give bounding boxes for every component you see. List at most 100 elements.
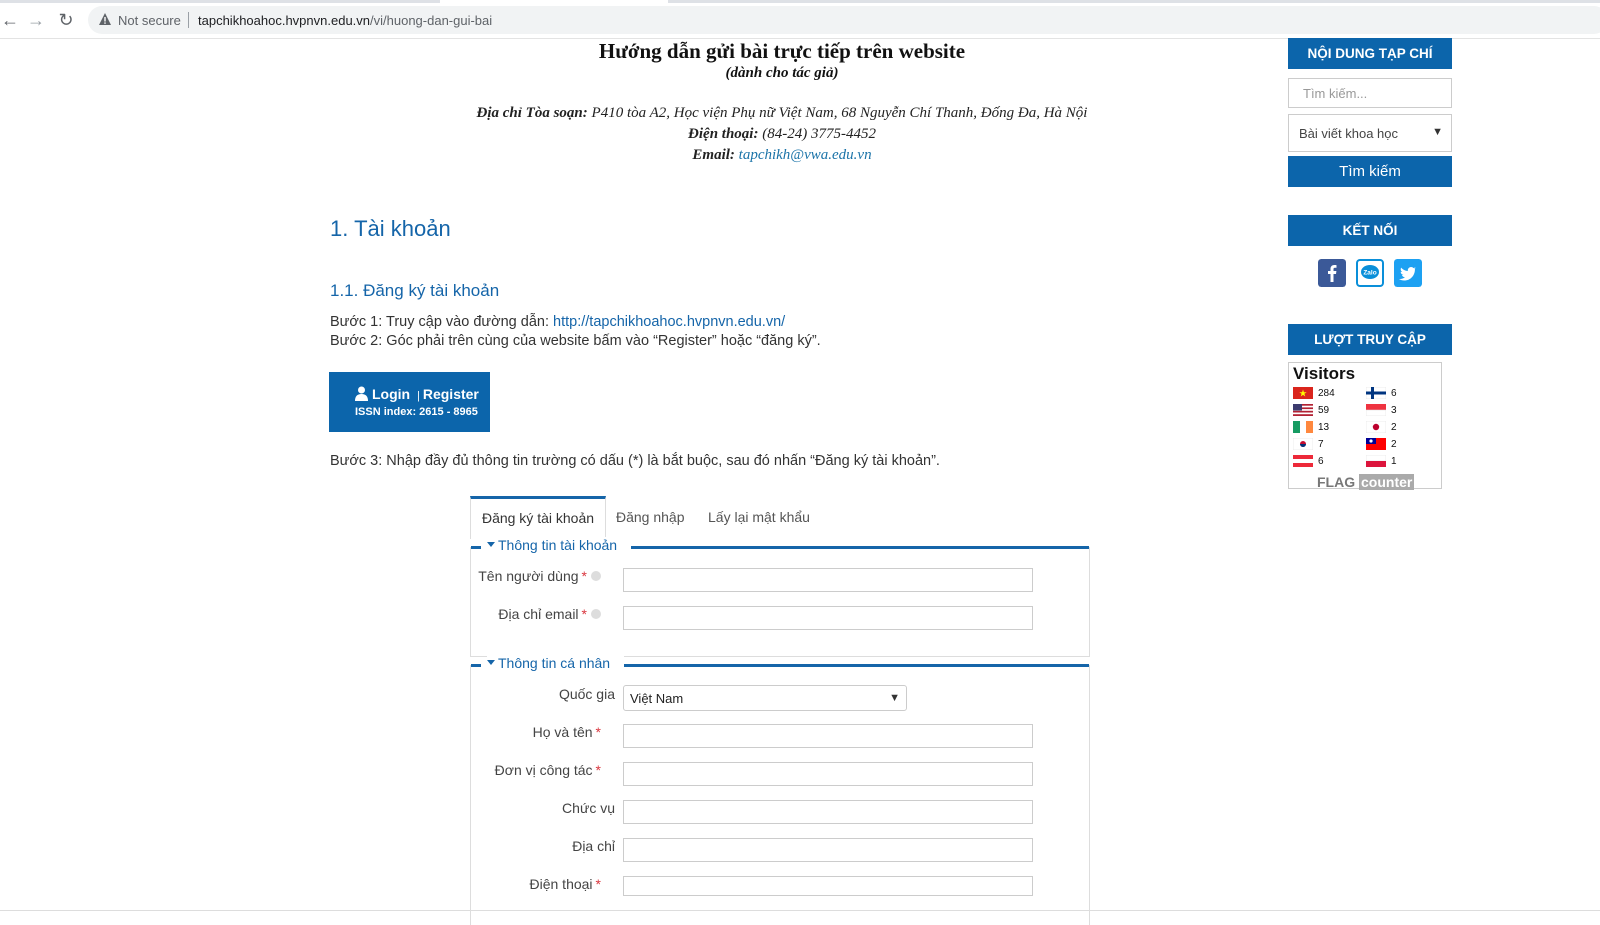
fullname-input[interactable]: [623, 724, 1033, 748]
email-label: Địa chỉ email *: [471, 606, 601, 622]
visits-heading: LƯỢT TRUY CẬP: [1288, 324, 1452, 355]
visitor-count: 7: [1318, 439, 1324, 450]
forward-icon[interactable]: →: [26, 10, 46, 30]
search-input[interactable]: Tìm kiếm...: [1288, 78, 1452, 108]
ireland-flag-icon: [1293, 421, 1313, 433]
visitor-count: 6: [1318, 456, 1324, 467]
url-separator: [188, 12, 189, 28]
legend-account-info[interactable]: Thông tin tài khoản: [487, 537, 632, 553]
step-1-text: Bước 1: Truy cập vào đường dẫn:: [330, 314, 554, 330]
login-register-row: Login | Register: [355, 386, 479, 402]
visitors-title: Visitors: [1293, 364, 1356, 383]
register-label: Register: [422, 386, 479, 402]
login-label: Login: [372, 386, 411, 402]
chevron-down-icon: ▼: [1432, 126, 1443, 138]
tab-register[interactable]: Đăng ký tài khoản: [470, 496, 606, 539]
legend-rule: [617, 664, 1089, 667]
flagcounter-counter-text: counter: [1359, 474, 1415, 490]
login-register-banner: Login | Register ISSN index: 2615 - 8965: [329, 372, 490, 432]
legend-dash: [471, 546, 481, 549]
address-label: Địa chỉ Tòa soạn:: [476, 105, 588, 121]
issn-label: ISSN index: 2615 - 8965: [355, 406, 478, 418]
email-input[interactable]: [623, 606, 1033, 630]
austria-flag-icon: [1293, 455, 1313, 467]
tab-forgot-password[interactable]: Lấy lại mật khẩu: [708, 496, 810, 536]
phone-label: Điện thoại:: [688, 126, 759, 142]
phone-field-label: Điện thoại *: [471, 876, 602, 892]
flag-counter-widget[interactable]: Visitors 284 59 13 7 6 6 3 2 2 1 FLAG co…: [1288, 362, 1442, 490]
phone-label-text: Điện thoại: [529, 876, 593, 892]
user-icon: [355, 386, 368, 401]
legend-personal-label: Thông tin cá nhân: [498, 655, 611, 671]
email-label: Email:: [692, 147, 735, 163]
visitor-count: 59: [1318, 405, 1330, 416]
legend-rule: [621, 546, 1089, 549]
username-label: Tên người dùng *: [471, 568, 601, 584]
subsection-heading-register: 1.1. Đăng ký tài khoản: [330, 281, 500, 300]
visitor-count: 1: [1391, 456, 1397, 467]
step-1: Bước 1: Truy cập vào đường dẫn: http://t…: [330, 314, 785, 330]
step-2: Bước 2: Góc phải trên cùng của website b…: [330, 333, 821, 349]
site-link[interactable]: http://tapchikhoahoc.hvpnvn.edu.vn/: [553, 314, 785, 330]
zalo-icon[interactable]: Zalo: [1356, 259, 1384, 287]
journal-content-heading: NỘI DUNG TẠP CHÍ: [1288, 38, 1452, 69]
help-icon[interactable]: [591, 571, 601, 581]
vietnam-flag-icon: [1293, 387, 1313, 399]
email-link[interactable]: tapchikh@vwa.edu.vn: [739, 147, 872, 163]
required-mark: *: [581, 606, 587, 622]
username-label-text: Tên người dùng: [478, 568, 579, 584]
section-heading-account: 1. Tài khoản: [330, 216, 451, 241]
browser-toolbar: ← → ↻ Not secure tapchikhoahoc.hvpnvn.ed…: [0, 0, 1600, 39]
fullname-label-text: Họ và tên: [532, 724, 593, 740]
legend-account-label: Thông tin tài khoản: [498, 537, 618, 553]
address-bar[interactable]: Not secure tapchikhoahoc.hvpnvn.edu.vn/v…: [88, 6, 1600, 34]
country-select[interactable]: Việt Nam ▼: [623, 685, 907, 711]
visitor-count: 2: [1391, 422, 1397, 433]
taiwan-flag-icon: [1366, 438, 1386, 450]
category-value: Bài viết khoa học: [1299, 126, 1399, 141]
url-domain: tapchikhoahoc.hvpnvn.edu.vn: [198, 13, 371, 28]
email-label-text: Địa chỉ email: [498, 606, 579, 622]
search-button[interactable]: Tìm kiếm: [1288, 156, 1452, 187]
page-bottom-border: [0, 910, 1600, 911]
facebook-icon[interactable]: [1318, 259, 1346, 287]
usa-flag-icon: [1293, 404, 1313, 416]
tab-login[interactable]: Đăng nhập: [616, 496, 685, 536]
connect-heading: KẾT NỐI: [1288, 215, 1452, 246]
organization-input[interactable]: [623, 762, 1033, 786]
email-line: Email: tapchikh@vwa.edu.vn: [300, 147, 1264, 164]
required-mark: *: [595, 724, 601, 740]
position-input[interactable]: [623, 800, 1033, 824]
required-mark: *: [595, 762, 601, 778]
address-input[interactable]: [623, 838, 1033, 862]
visitor-count: 284: [1318, 388, 1335, 399]
username-input[interactable]: [623, 568, 1033, 592]
poland-flag-icon: [1366, 455, 1386, 467]
step-3: Bước 3: Nhập đầy đủ thông tin trường có …: [330, 453, 940, 469]
reload-icon[interactable]: ↻: [56, 10, 76, 30]
help-icon[interactable]: [591, 609, 601, 619]
korea-flag-icon: [1293, 438, 1313, 450]
phone-line: Điện thoại: (84-24) 3775-4452: [300, 126, 1264, 143]
account-fieldset: Thông tin tài khoản Tên người dùng * Địa …: [470, 537, 1090, 657]
back-icon[interactable]: ←: [0, 10, 20, 30]
phone-value: (84-24) 3775-4452: [758, 126, 876, 142]
flagcounter-logo: FLAG counter: [1317, 474, 1415, 490]
legend-personal-info[interactable]: Thông tin cá nhân: [487, 655, 625, 671]
address-value: P410 tòa A2, Học viện Phụ nữ Việt Nam, 6…: [587, 105, 1088, 121]
organization-label-text: Đơn vị công tác: [494, 762, 593, 778]
flagcounter-flag-text: FLAG: [1317, 474, 1356, 490]
category-select[interactable]: Bài viết khoa học ▼: [1288, 114, 1452, 152]
url-text[interactable]: tapchikhoahoc.hvpnvn.edu.vn/vi/huong-dan…: [198, 13, 492, 28]
visitor-count: 2: [1391, 439, 1397, 450]
phone-input[interactable]: [623, 876, 1033, 896]
zalo-text: Zalo: [1363, 270, 1376, 277]
legend-dash: [471, 664, 481, 667]
required-mark: *: [595, 876, 601, 892]
page-title: Hướng dẫn gửi bài trực tiếp trên website: [598, 39, 966, 63]
not-secure-label: Not secure: [118, 13, 181, 28]
required-mark: *: [581, 568, 587, 584]
singapore-flag-icon: [1366, 404, 1386, 416]
twitter-icon[interactable]: [1394, 259, 1422, 287]
login-separator: |: [417, 390, 420, 402]
